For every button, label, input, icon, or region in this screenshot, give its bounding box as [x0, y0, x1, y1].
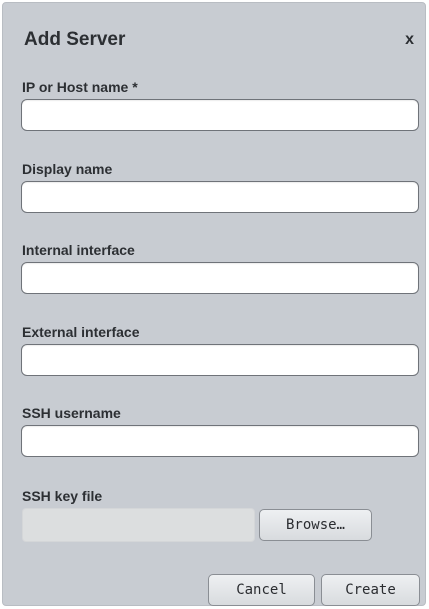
display-name-label: Display name [22, 161, 113, 177]
ssh-username-input[interactable] [21, 425, 419, 457]
create-button[interactable]: Create [321, 574, 420, 606]
cancel-button[interactable]: Cancel [208, 574, 315, 606]
add-server-dialog: Add Server x IP or Host name * Display n… [2, 2, 426, 606]
internal-interface-input[interactable] [21, 262, 419, 294]
external-interface-input[interactable] [21, 344, 419, 376]
internal-interface-label: Internal interface [22, 242, 135, 258]
display-name-input[interactable] [21, 181, 419, 213]
ssh-username-label: SSH username [22, 405, 121, 421]
browse-button[interactable]: Browse… [259, 509, 372, 541]
dialog-title: Add Server [24, 29, 126, 50]
host-label: IP or Host name * [22, 79, 138, 95]
ssh-key-file-path [22, 508, 255, 542]
close-icon[interactable]: x [405, 31, 414, 49]
ssh-key-file-label: SSH key file [22, 488, 103, 504]
host-input[interactable] [21, 99, 419, 131]
external-interface-label: External interface [22, 324, 140, 340]
